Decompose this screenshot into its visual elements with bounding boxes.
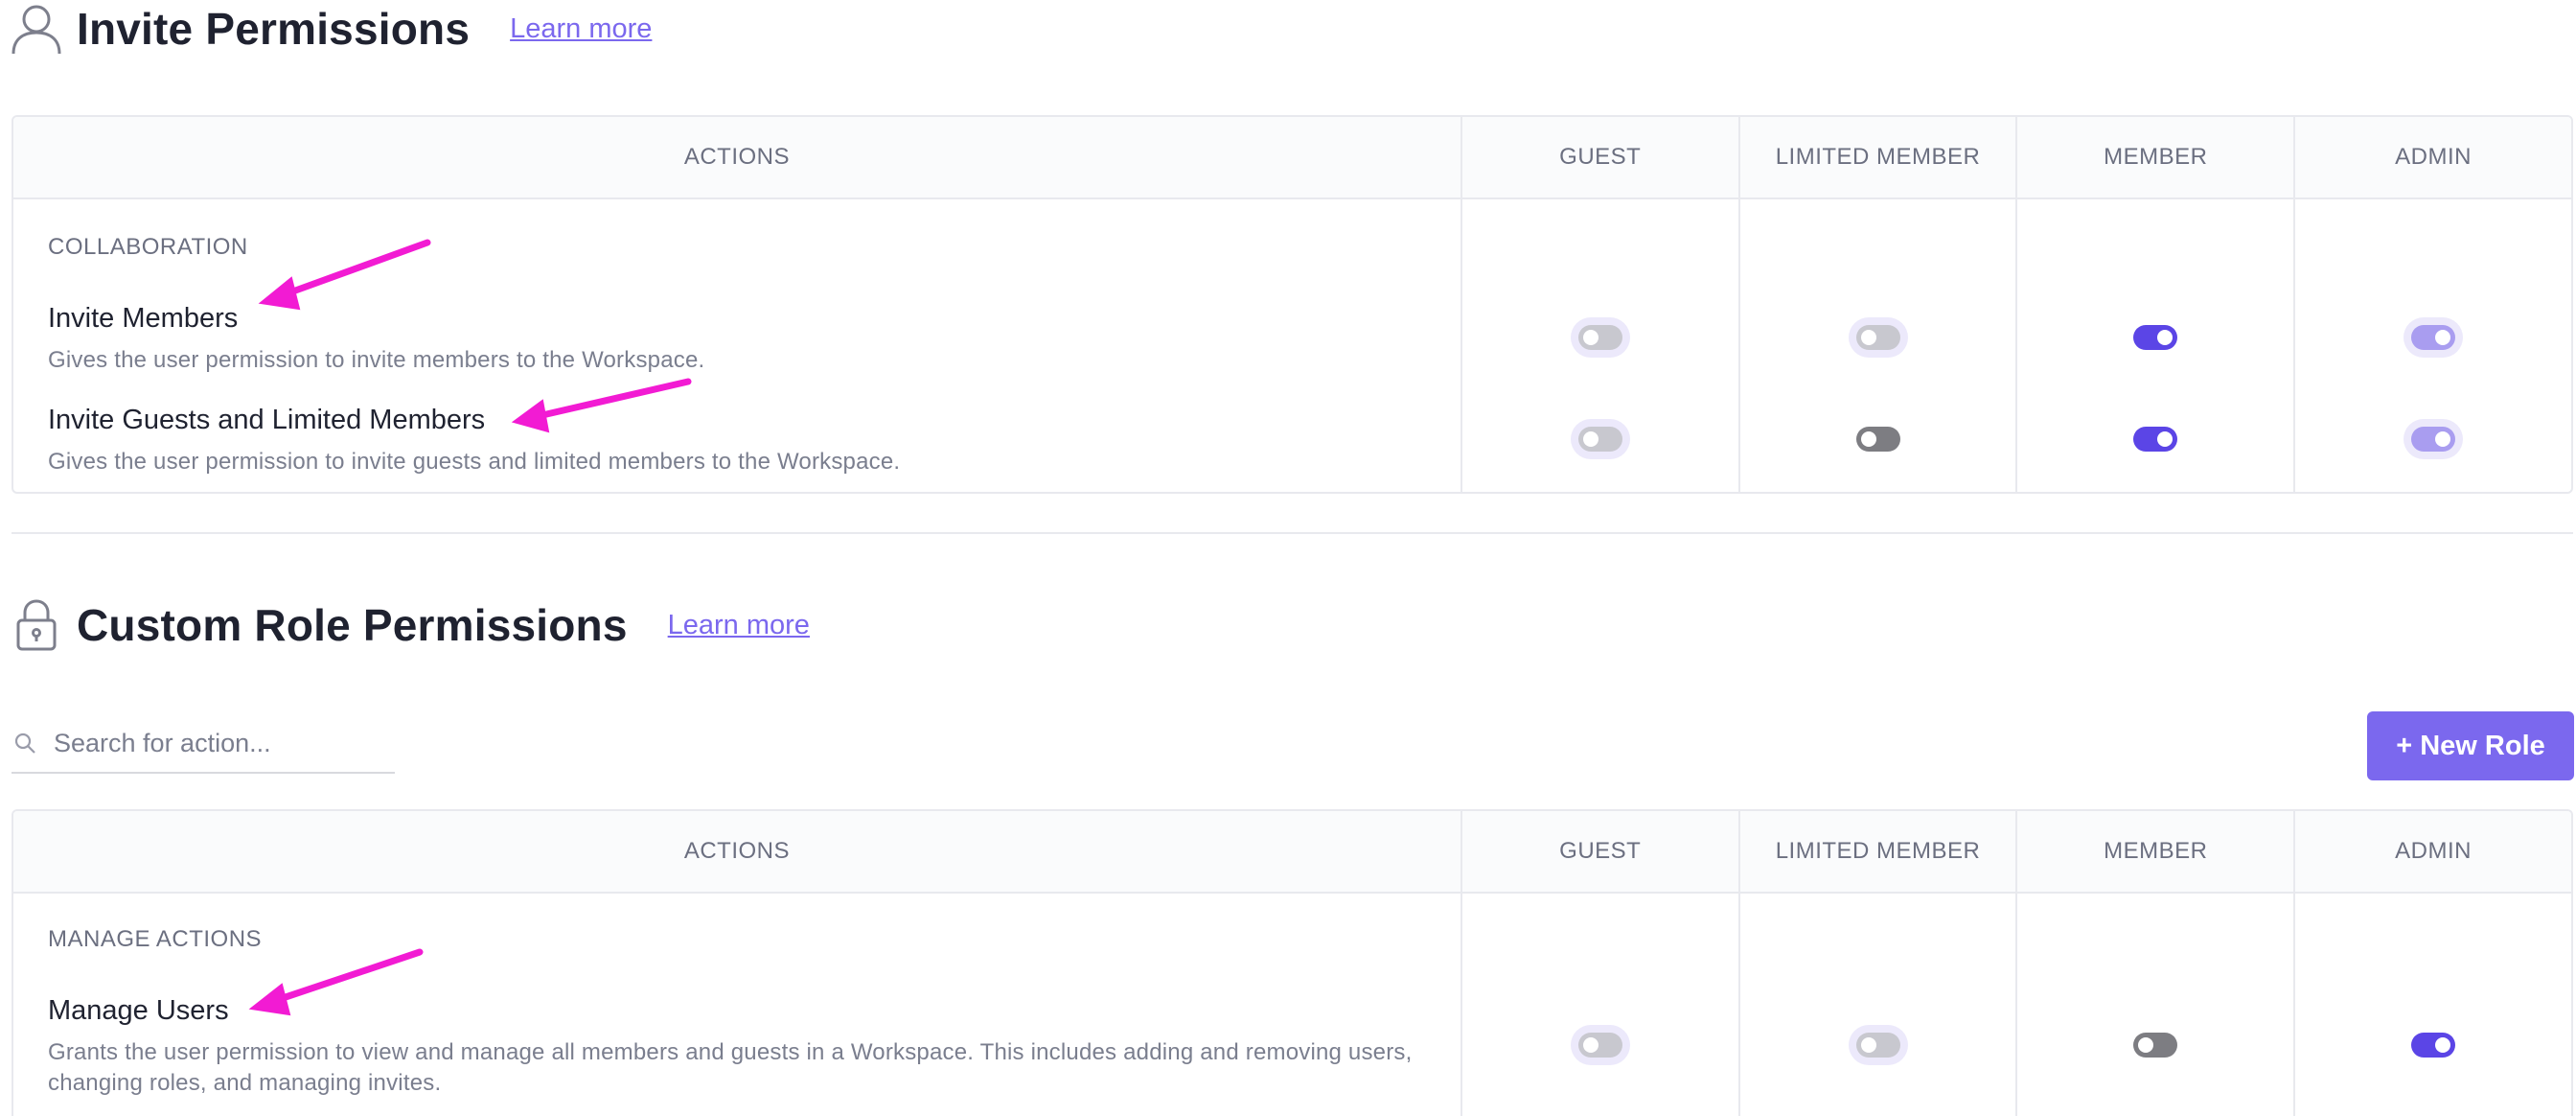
column-header-limited-member: LIMITED MEMBER [1737, 811, 2016, 892]
category-label: COLLABORATION [48, 234, 248, 260]
actions-column: MANAGE ACTIONS Manage Users Grants the u… [13, 894, 1460, 1116]
admin-column [2293, 199, 2571, 492]
page-title: Invite Permissions [77, 4, 471, 54]
table-header: ACTIONS GUEST LIMITED MEMBER MEMBER ADMI… [13, 811, 2571, 894]
new-role-button[interactable]: + New Role [2367, 711, 2574, 780]
column-header-actions: ACTIONS [683, 838, 791, 864]
member-column [2015, 199, 2293, 492]
column-header-guest: GUEST [1460, 811, 1738, 892]
action-title-invite-guests: Invite Guests and Limited Members [48, 405, 486, 435]
limited-member-column [1737, 199, 2016, 492]
toggle-invite-guests-limited-member[interactable] [1855, 427, 1900, 452]
guest-column [1460, 199, 1738, 492]
toggle-manage-users-admin[interactable] [2411, 1033, 2456, 1058]
column-header-admin: ADMIN [2293, 811, 2571, 892]
search-bar [12, 714, 395, 774]
column-header-admin: ADMIN [2293, 117, 2571, 198]
table-body: MANAGE ACTIONS Manage Users Grants the u… [13, 894, 2571, 1116]
section-divider [12, 532, 2573, 534]
toggle-invite-members-guest[interactable] [1577, 325, 1622, 350]
toggle-invite-guests-admin[interactable] [2411, 427, 2456, 452]
invite-permissions-header: Invite Permissions Learn more [0, 2, 652, 56]
lock-icon [10, 598, 63, 652]
invite-permissions-table: ACTIONS GUEST LIMITED MEMBER MEMBER ADMI… [12, 115, 2573, 494]
toggle-manage-users-member[interactable] [2133, 1033, 2178, 1058]
member-column [2015, 894, 2293, 1116]
action-title-manage-users: Manage Users [48, 995, 229, 1026]
column-header-guest: GUEST [1460, 117, 1738, 198]
custom-role-permissions-header: Custom Role Permissions Learn more [0, 596, 810, 654]
limited-member-column [1737, 894, 2016, 1116]
search-input[interactable] [52, 727, 381, 759]
action-description-invite-members: Gives the user permission to invite memb… [48, 347, 705, 373]
toggle-manage-users-guest[interactable] [1577, 1033, 1622, 1058]
guest-column [1460, 894, 1738, 1116]
toggle-manage-users-limited-member[interactable] [1855, 1033, 1900, 1058]
table-body: COLLABORATION Invite Members Gives the u… [13, 199, 2571, 492]
toggle-invite-members-member[interactable] [2133, 325, 2178, 350]
action-description-invite-guests: Gives the user permission to invite gues… [48, 449, 901, 475]
search-icon [12, 730, 38, 756]
column-header-limited-member: LIMITED MEMBER [1737, 117, 2016, 198]
action-description-manage-users: Grants the user permission to view and m… [48, 1039, 1413, 1096]
user-icon [10, 2, 63, 56]
column-header-member: MEMBER [2015, 117, 2293, 198]
action-title-invite-members: Invite Members [48, 303, 239, 334]
category-label: MANAGE ACTIONS [48, 926, 263, 952]
section-title: Custom Role Permissions [77, 600, 628, 650]
column-header-member: MEMBER [2015, 811, 2293, 892]
table-header: ACTIONS GUEST LIMITED MEMBER MEMBER ADMI… [13, 117, 2571, 199]
toggle-invite-guests-member[interactable] [2133, 427, 2178, 452]
actions-column: COLLABORATION Invite Members Gives the u… [13, 199, 1460, 492]
toggle-invite-members-limited-member[interactable] [1855, 325, 1900, 350]
toggle-invite-guests-guest[interactable] [1577, 427, 1622, 452]
custom-role-permissions-table: ACTIONS GUEST LIMITED MEMBER MEMBER ADMI… [12, 809, 2573, 1116]
learn-more-link[interactable]: Learn more [510, 13, 652, 45]
admin-column [2293, 894, 2571, 1116]
toggle-invite-members-admin[interactable] [2411, 325, 2456, 350]
column-header-actions: ACTIONS [683, 144, 791, 170]
learn-more-link[interactable]: Learn more [668, 610, 810, 641]
